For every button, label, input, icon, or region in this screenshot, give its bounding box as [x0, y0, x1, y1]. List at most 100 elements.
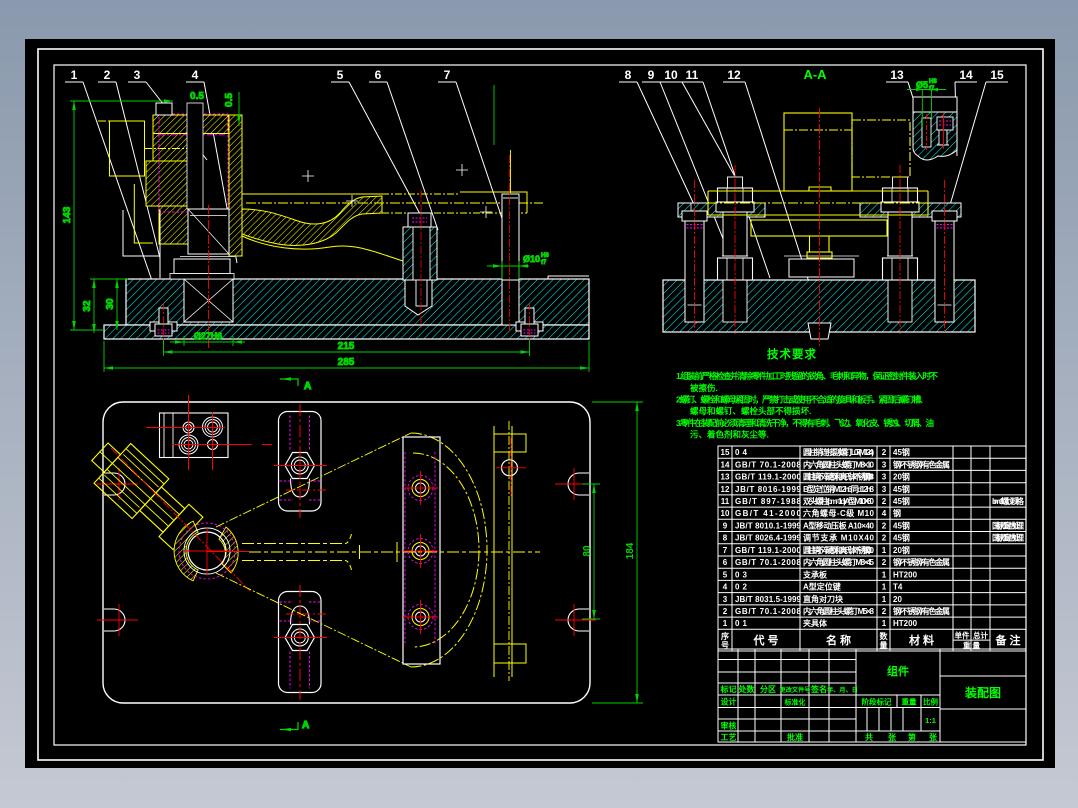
svg-text:6: 6 [723, 558, 728, 567]
svg-text:0.5: 0.5 [224, 93, 235, 107]
svg-text:5: 5 [723, 570, 728, 579]
svg-text:8: 8 [625, 68, 632, 82]
svg-text:11: 11 [721, 497, 730, 506]
svg-text:钢/不锈钢/有色金属: 钢/不锈钢/有色金属 [893, 606, 950, 616]
svg-text:国标规定热处理: 国标规定热处理 [992, 520, 1024, 530]
svg-text:H8: H8 [541, 253, 549, 259]
svg-text:直角对刀块: 直角对刀块 [803, 594, 844, 604]
svg-text:调节支承 M10X40: 调节支承 M10X40 [803, 533, 875, 543]
svg-text:2: 2 [882, 521, 887, 530]
svg-text:3: 3 [882, 460, 887, 469]
svg-text:0.5: 0.5 [190, 91, 204, 102]
svg-text:名 称: 名 称 [826, 633, 851, 647]
svg-text:1: 1 [882, 619, 887, 628]
svg-text:圆柱销-不淬硬钢和奥氏体不锈钢 D08: 圆柱销-不淬硬钢和奥氏体不锈钢 D08 [803, 472, 875, 482]
svg-text:11: 11 [686, 68, 699, 82]
svg-text:8: 8 [723, 534, 728, 543]
svg-text:10: 10 [721, 509, 730, 518]
svg-text:圆柱销-不淬硬钢和奥氏体不锈钢 D10: 圆柱销-不淬硬钢和奥氏体不锈钢 D10 [803, 545, 875, 555]
svg-text:材 料: 材 料 [909, 633, 934, 647]
svg-text:签名: 签名 [810, 684, 827, 694]
svg-text:12: 12 [727, 68, 741, 82]
svg-text:代 号: 代 号 [752, 633, 778, 647]
svg-text:第: 第 [908, 732, 916, 742]
svg-text:GB/T 119.1-2000: GB/T 119.1-2000 [735, 473, 802, 482]
svg-text:20钢: 20钢 [893, 472, 910, 482]
svg-text:15: 15 [721, 448, 730, 457]
svg-text:12: 12 [721, 485, 730, 494]
svg-text:1: 1 [71, 68, 78, 82]
svg-text:3: 3 [723, 595, 728, 604]
svg-text:工艺: 工艺 [721, 732, 737, 742]
svg-text:Ø10: Ø10 [523, 254, 540, 264]
svg-text:3: 3 [882, 485, 887, 494]
svg-text:1.组装前严格检查并清除零件加工时残留的锐角、毛刺和异物，保: 1.组装前严格检查并清除零件加工时残留的锐角、毛刺和异物，保证密封件装入时不 [676, 371, 938, 381]
svg-text:2: 2 [882, 558, 887, 567]
svg-text:7: 7 [444, 68, 451, 82]
svg-text:张: 张 [888, 733, 897, 742]
svg-text:30: 30 [105, 298, 116, 310]
svg-text:13: 13 [890, 68, 904, 82]
svg-text:技术要求: 技术要求 [767, 347, 817, 361]
svg-text:215: 215 [338, 341, 355, 352]
svg-text:装配图: 装配图 [964, 685, 1001, 700]
svg-text:5: 5 [337, 68, 344, 82]
svg-text:处数: 处数 [738, 684, 756, 694]
svg-text:张: 张 [929, 733, 938, 742]
svg-text:序: 序 [721, 631, 729, 641]
svg-text:A型定位键: A型定位键 [803, 582, 841, 592]
svg-text:钢/不锈钢/有色金属: 钢/不锈钢/有色金属 [893, 557, 950, 567]
svg-text:9: 9 [723, 521, 728, 530]
svg-text:4: 4 [882, 509, 887, 518]
svg-text:支承板: 支承板 [802, 569, 828, 579]
svg-text:审核: 审核 [721, 721, 737, 731]
svg-text:2: 2 [723, 607, 728, 616]
svg-text:JB/T 8010.1-1999: JB/T 8010.1-1999 [735, 521, 802, 530]
svg-text:20: 20 [893, 595, 902, 604]
svg-text:14: 14 [721, 460, 730, 469]
svg-text:六角螺母-C级 M10: 六角螺母-C级 M10 [803, 508, 875, 518]
svg-text:JB/T 8026.4-1999: JB/T 8026.4-1999 [735, 534, 802, 543]
svg-text:4: 4 [192, 68, 199, 82]
svg-text:45钢: 45钢 [893, 496, 910, 506]
svg-text:Ø5: Ø5 [916, 80, 928, 90]
svg-text:备 注: 备 注 [994, 633, 1020, 647]
svg-text:1: 1 [882, 570, 887, 579]
svg-text:批准: 批准 [787, 732, 803, 742]
svg-text:H8: H8 [929, 79, 937, 85]
svg-text:45钢: 45钢 [893, 447, 910, 457]
svg-text:更改文件号: 更改文件号 [780, 686, 811, 694]
svg-text:双头螺柱(bm=1d)-A型 M10X60: 双头螺柱(bm=1d)-A型 M10X60 [803, 496, 875, 506]
svg-text:夹具体: 夹具体 [803, 618, 828, 628]
svg-text:年、月、日: 年、月、日 [827, 686, 858, 694]
svg-text:单件: 单件 [955, 630, 970, 640]
svg-text:3: 3 [134, 68, 141, 82]
svg-text:6: 6 [375, 68, 382, 82]
svg-text:45钢: 45钢 [893, 520, 910, 530]
svg-text:f7: f7 [929, 86, 935, 92]
svg-text:A: A [304, 381, 311, 392]
svg-text:组件: 组件 [887, 664, 909, 678]
svg-text:3: 3 [882, 473, 887, 482]
svg-text:9: 9 [648, 68, 655, 82]
svg-text:T4: T4 [893, 583, 903, 592]
svg-text:3.零件在装配前必须清理和清洗干净，不得有毛刺、飞边、氧化皮: 3.零件在装配前必须清理和清洗干净，不得有毛刺、飞边、氧化皮、锈蚀、切屑、油 [676, 418, 934, 428]
svg-text:A: A [302, 720, 309, 731]
svg-text:45钢: 45钢 [893, 484, 910, 494]
svg-text:285: 285 [338, 357, 355, 368]
svg-text:32: 32 [82, 300, 93, 312]
svg-text:80: 80 [582, 545, 593, 557]
svg-text:1: 1 [882, 583, 887, 592]
svg-text:f7: f7 [541, 260, 547, 266]
svg-text:bm=1-螺纹规格: bm=1-螺纹规格 [992, 496, 1025, 506]
svg-text:污、着色剂和灰尘等.: 污、着色剂和灰尘等. [690, 430, 769, 440]
svg-text:GB/T 119.1-2000: GB/T 119.1-2000 [735, 546, 802, 555]
svg-text:1: 1 [882, 595, 887, 604]
svg-text:内六角圆柱头螺钉 M8×10: 内六角圆柱头螺钉 M8×10 [803, 459, 875, 469]
svg-text:总计: 总计 [973, 630, 988, 640]
svg-text:GB/T 70.1-2008: GB/T 70.1-2008 [735, 607, 802, 616]
svg-text:20钢: 20钢 [893, 545, 910, 555]
svg-text:143: 143 [62, 206, 73, 223]
svg-text:GB/T 897-1988: GB/T 897-1988 [735, 497, 802, 506]
svg-text:GB/T 70.1-2008: GB/T 70.1-2008 [735, 558, 802, 567]
